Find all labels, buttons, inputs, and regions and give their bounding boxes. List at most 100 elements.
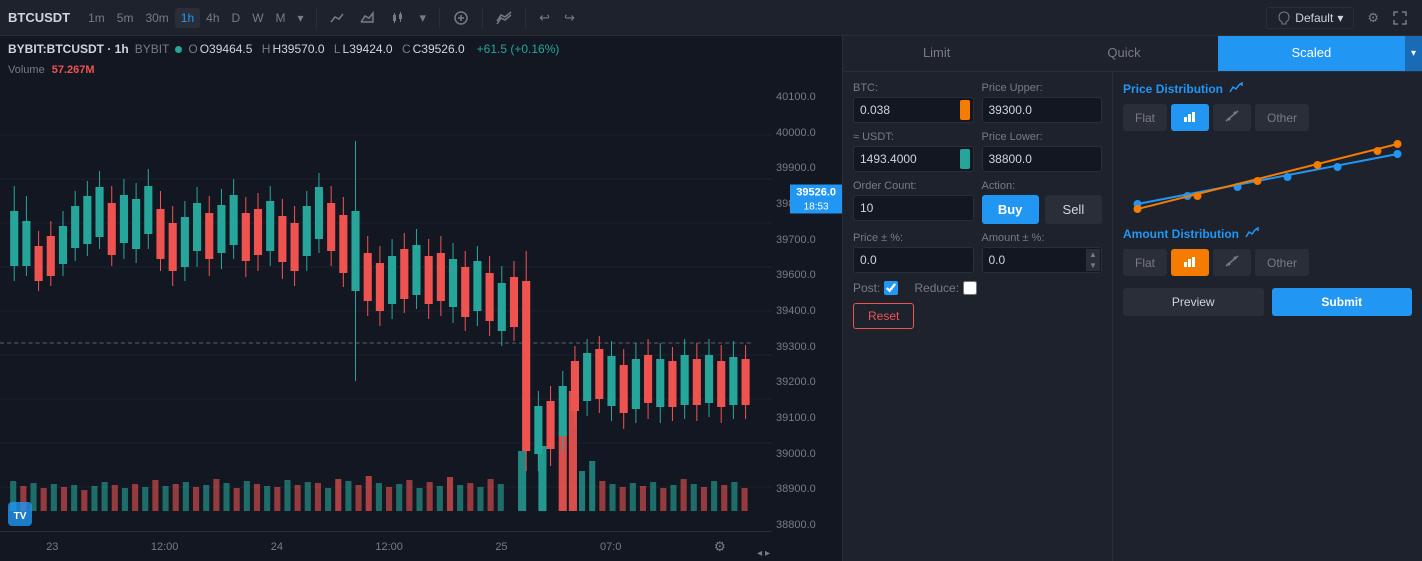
default-template-btn[interactable]: Default ▾ — [1266, 7, 1354, 29]
price-dist-selector: Flat — [1123, 104, 1412, 131]
row-count-action: Order Count: Action: Buy Sell — [853, 180, 1102, 224]
amount-dist-flat[interactable]: Flat — [1123, 249, 1167, 276]
submit-button[interactable]: Submit — [1272, 288, 1413, 316]
amount-pct-label: Amount ± %: — [982, 232, 1103, 244]
distribution-panel: Price Distribution Flat — [1113, 72, 1422, 561]
price-dist-line[interactable] — [1213, 104, 1251, 131]
post-checkbox-label[interactable]: Post: — [853, 281, 898, 295]
group-order-count: Order Count: — [853, 180, 974, 224]
preview-submit-row: Preview Submit — [1123, 288, 1412, 316]
amount-pct-stepper[interactable]: ▲ ▼ — [1086, 249, 1100, 271]
btc-input-wrap — [853, 97, 974, 123]
interval-m[interactable]: M — [270, 8, 292, 28]
ohlc-values: OO39464.5 HH39570.0 LL39424.0 CC39526.0 — [188, 42, 470, 56]
price-dist-label: Price Distribution — [1123, 82, 1223, 96]
fullscreen-btn[interactable] — [1386, 8, 1414, 28]
price-dist-header: Price Distribution — [1123, 82, 1412, 96]
amount-pct-up[interactable]: ▲ — [1086, 249, 1100, 260]
chart-symbol: BYBIT:BTCUSDT · 1h — [8, 42, 129, 56]
exchange-label: BYBIT — [135, 42, 170, 56]
tab-quick[interactable]: Quick — [1030, 36, 1217, 71]
templates-btn[interactable] — [489, 7, 519, 29]
preview-button[interactable]: Preview — [1123, 288, 1264, 316]
sell-button[interactable]: Sell — [1045, 195, 1102, 224]
add-indicator-btn[interactable] — [446, 7, 476, 29]
amount-dist-label: Amount Distribution — [1123, 227, 1239, 241]
redo-btn[interactable]: ↪ — [557, 7, 582, 29]
interval-30m[interactable]: 30m — [139, 8, 174, 28]
reduce-checkbox-label[interactable]: Reduce: — [914, 281, 977, 295]
row-price-pct-amount-pct: Price ± %: Amount ± %: ▲ ▼ — [853, 232, 1102, 273]
divider-3 — [482, 8, 483, 28]
reduce-label: Reduce: — [914, 281, 959, 295]
reduce-checkbox[interactable] — [963, 281, 977, 295]
divider-1 — [316, 8, 317, 28]
price-dist-other[interactable]: Other — [1255, 104, 1309, 131]
group-amount-pct: Amount ± %: ▲ ▼ — [982, 232, 1103, 273]
post-checkbox[interactable] — [884, 281, 898, 295]
btc-input[interactable] — [853, 97, 974, 123]
svg-text:TV: TV — [14, 511, 27, 522]
amount-dist-line[interactable] — [1213, 249, 1251, 276]
price-pct-input[interactable] — [853, 247, 974, 273]
candle-chart-btn[interactable] — [383, 7, 413, 29]
interval-1h[interactable]: 1h — [175, 8, 200, 28]
group-action: Action: Buy Sell — [982, 180, 1103, 224]
post-label: Post: — [853, 281, 880, 295]
usdt-label: ≈ USDT: — [853, 131, 974, 143]
reset-button[interactable]: Reset — [853, 303, 914, 329]
row-usdt-price-lower: ≈ USDT: Price Lower: — [853, 131, 1102, 172]
price-pct-label: Price ± %: — [853, 232, 974, 244]
chart-type-dropdown[interactable]: ▾ — [413, 7, 434, 29]
order-form: BTC: Price Upper: ≈ USDT: — [843, 72, 1422, 561]
order-type-tabs: Limit Quick Scaled ▾ — [843, 36, 1422, 72]
interval-4h[interactable]: 4h — [200, 8, 225, 28]
divider-4 — [525, 8, 526, 28]
interval-w[interactable]: W — [246, 8, 269, 28]
chart-area: BYBIT:BTCUSDT · 1h BYBIT OO39464.5 HH395… — [0, 36, 842, 561]
price-dist-chart — [1123, 139, 1412, 219]
area-chart-btn[interactable] — [353, 7, 383, 29]
line-chart-btn[interactable] — [323, 7, 353, 29]
price-upper-input[interactable] — [982, 97, 1103, 123]
tab-limit[interactable]: Limit — [843, 36, 1030, 71]
interval-5m[interactable]: 5m — [111, 8, 140, 28]
undo-btn[interactable]: ↩ — [532, 7, 557, 29]
scaled-tab-dropdown[interactable]: ▾ — [1405, 36, 1422, 71]
time-settings-btn[interactable]: ⚙ — [714, 539, 726, 555]
price-lower-label: Price Lower: — [982, 131, 1103, 143]
amount-pct-down[interactable]: ▼ — [1086, 260, 1100, 271]
post-reduce-row: Post: Reduce: — [853, 281, 1102, 295]
usdt-input[interactable] — [853, 146, 974, 172]
current-price-label: 39526.0 18:53 — [790, 184, 842, 213]
divider-2 — [439, 8, 440, 28]
group-price-upper: Price Upper: — [982, 82, 1103, 123]
amount-pct-input[interactable] — [982, 247, 1103, 273]
amount-dist-header: Amount Distribution — [1123, 227, 1412, 241]
order-count-input[interactable] — [853, 195, 974, 221]
interval-d[interactable]: D — [226, 8, 247, 28]
price-dist-bar[interactable] — [1171, 104, 1209, 131]
group-btc: BTC: — [853, 82, 974, 123]
price-upper-label: Price Upper: — [982, 82, 1103, 94]
usdt-input-wrap — [853, 146, 974, 172]
live-dot — [175, 46, 182, 53]
amount-dist-chart-icon — [1245, 227, 1259, 241]
symbol-label: BTCUSDT — [8, 10, 70, 25]
tab-scaled[interactable]: Scaled — [1218, 36, 1405, 71]
price-lower-input[interactable] — [982, 146, 1103, 172]
amount-dist-bar[interactable] — [1171, 249, 1209, 276]
interval-dropdown[interactable]: ▾ — [292, 8, 310, 28]
buy-button[interactable]: Buy — [982, 195, 1039, 224]
price-dist-flat[interactable]: Flat — [1123, 104, 1167, 131]
settings-btn[interactable]: ⚙ — [1360, 7, 1386, 29]
chart-info-bar: BYBIT:BTCUSDT · 1h BYBIT OO39464.5 HH395… — [0, 36, 842, 62]
amount-dist-other[interactable]: Other — [1255, 249, 1309, 276]
usdt-badge — [960, 149, 970, 169]
chart-canvas[interactable] — [0, 91, 772, 531]
main-area: BYBIT:BTCUSDT · 1h BYBIT OO39464.5 HH395… — [0, 36, 1422, 561]
btc-label: BTC: — [853, 82, 974, 94]
default-label: Default — [1295, 11, 1333, 25]
interval-1m[interactable]: 1m — [82, 8, 111, 28]
scroll-arrows[interactable]: ◂ ▸ — [757, 548, 770, 559]
